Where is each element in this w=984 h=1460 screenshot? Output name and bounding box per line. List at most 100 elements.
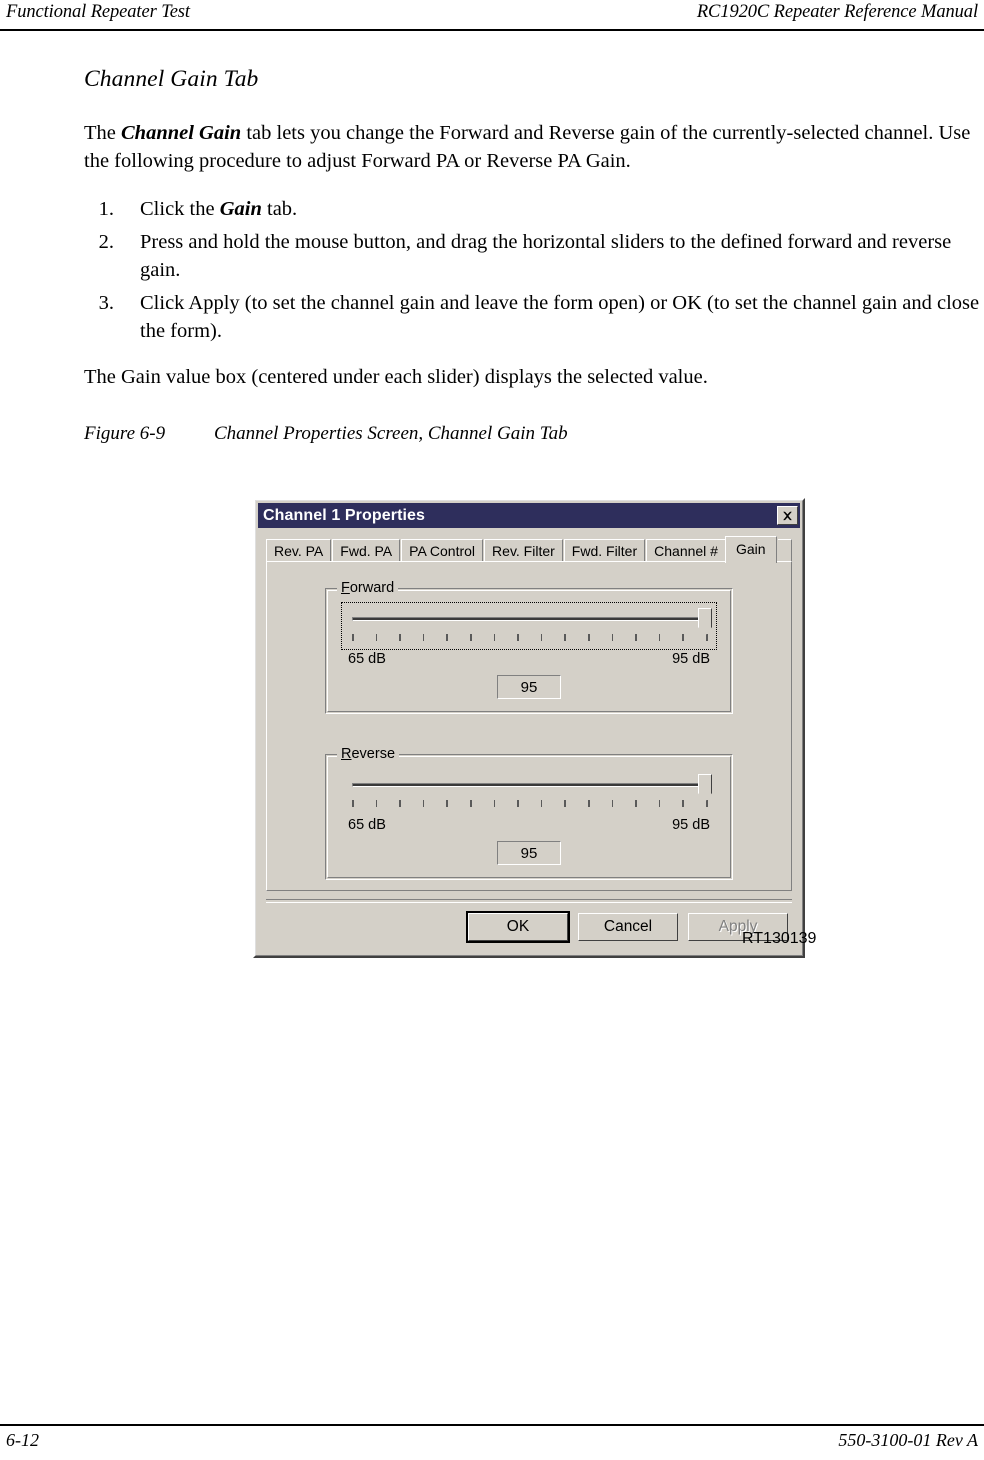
slider-tick [517,634,519,641]
reverse-slider-wrap [342,769,716,815]
tab-pa-control[interactable]: PA Control [401,539,484,561]
tab-rev-filter[interactable]: Rev. Filter [484,539,563,561]
page-number: 6-12 [6,1430,39,1450]
slider-tick [375,634,378,641]
header-rule [0,29,984,31]
step-text-part1: Click Apply (to set the channel gain and… [140,292,980,342]
forward-label-rest: orward [349,580,395,596]
page-title: Channel Gain Tab [84,66,259,92]
step-text-part1: Press and hold the mouse button, and dra… [140,231,952,281]
procedure-steps: 1. Click the Gain tab. 2. Press and hold t… [84,195,980,345]
slider-tick [493,800,496,807]
figure-id-label: RT130139 [742,930,817,947]
running-head-left: Functional Repeater Test [6,2,190,22]
list-item: 3. Click Apply (to set the channel gain a… [84,289,980,345]
forward-accel-char: F [341,580,350,596]
tab-strip-filler [777,539,792,561]
tab-fwd-pa[interactable]: Fwd. PA [332,539,401,561]
tab-strip: Rev. PA Fwd. PA PA Control Rev. Filter F… [266,534,800,563]
intro-text-part1: The [84,122,121,144]
reverse-gain-value: 95 [497,841,561,865]
tab-fwd-filter[interactable]: Fwd. Filter [563,539,646,561]
slider-tick [564,800,566,807]
slider-tick [446,800,448,807]
list-item: 1. Click the Gain tab. [84,195,980,223]
slider-tick [399,634,401,641]
document-number: 550-3100-01 Rev A [838,1430,978,1450]
forward-gain-value: 95 [497,675,561,699]
slider-tick [375,800,378,807]
slider-tick [635,800,637,807]
list-item: 2. Press and hold the mouse button, and d… [84,228,980,284]
reverse-group: Reverse 65 dB 95 dB 95 [325,746,733,880]
channel-properties-dialog: Channel 1 Properties Rev. PA Fwd. PA PA … [253,498,805,958]
forward-slider-track[interactable] [352,617,706,621]
figure-image: Channel 1 Properties Rev. PA Fwd. PA PA … [253,498,809,958]
forward-group: Forward 65 dB 95 dB 95 [325,580,733,714]
slider-tick [706,800,708,807]
forward-slider-focus-rect [341,602,717,650]
tab-gain[interactable]: Gain [724,536,777,563]
gain-tab-panel: Forward 65 dB 95 dB 95 Reverse 65 dB 95 … [266,561,792,891]
slider-tick [470,800,472,807]
close-icon[interactable] [777,506,798,525]
page-content: Channel Gain Tab The Channel Gain tab le… [84,66,980,391]
step-number: 1. [98,198,114,220]
slider-tick [540,634,543,641]
slider-tick [422,800,425,807]
slider-tick [446,634,448,641]
slider-tick [588,634,590,641]
page-footer: 6-12 550-3100-01 Rev A [0,1430,984,1460]
step-number: 3. [98,292,114,314]
forward-slider-thumb[interactable] [698,608,712,636]
slider-tick [611,634,614,641]
reverse-label-rest: everse [351,746,396,762]
reverse-slider-labels: 65 dB 95 dB [342,817,716,839]
slider-tick [352,634,354,641]
slider-tick [540,800,543,807]
footer-rule [0,1424,984,1426]
forward-max-label: 95 dB [672,651,710,667]
step-text-part2: tab. [261,198,298,220]
slider-tick [706,634,708,641]
forward-slider-ticks [352,634,708,641]
ok-button[interactable]: OK [466,911,570,943]
slider-tick [635,634,637,641]
slider-tick [470,634,472,641]
figure-number: Figure 6-9 [84,423,166,444]
reverse-slider-track[interactable] [352,783,706,787]
dialog-button-row: OK Cancel Apply [258,903,800,953]
reverse-group-label: Reverse [337,746,400,762]
running-head-right: RC1920C Repeater Reference Manual [696,2,978,22]
step-text-part1: Click the [140,198,220,220]
reverse-min-label: 65 dB [348,817,386,833]
step-number: 2. [98,231,114,253]
reverse-slider-ticks [352,800,708,807]
slider-tick [682,634,684,641]
slider-tick [399,800,401,807]
tab-channel-number[interactable]: Channel # [646,539,726,561]
tab-rev-pa[interactable]: Rev. PA [266,539,332,561]
slider-tick [422,634,425,641]
running-head: Functional Repeater Test RC1920C Repeate… [0,0,984,32]
intro-paragraph: The Channel Gain tab lets you change the… [84,119,980,175]
dialog-title-bar: Channel 1 Properties [258,503,800,528]
figure-caption: Figure 6-9 Channel Properties Screen, Cha… [84,423,944,445]
step-emphasis: Gain [219,198,262,220]
forward-slider[interactable] [346,608,712,646]
intro-emphasis: Channel Gain [121,122,242,144]
forward-slider-labels: 65 dB 95 dB [342,651,716,673]
slider-tick [611,800,614,807]
slider-tick [564,634,566,641]
slider-tick [658,634,661,641]
slider-tick [588,800,590,807]
reverse-max-label: 95 dB [672,817,710,833]
reverse-slider[interactable] [346,774,712,812]
forward-group-label: Forward [337,580,399,596]
slider-tick [517,800,519,807]
closing-paragraph: The Gain value box (centered under each … [84,366,708,388]
reverse-accel-char: R [341,746,352,762]
reverse-slider-thumb[interactable] [698,774,712,802]
cancel-button[interactable]: Cancel [578,913,678,941]
slider-tick [493,634,496,641]
